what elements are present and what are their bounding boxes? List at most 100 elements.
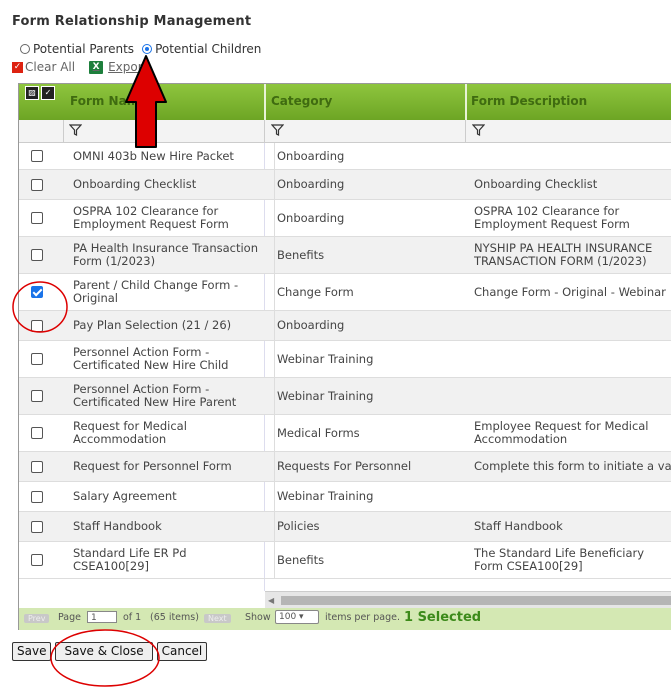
scroll-left-icon[interactable]: ◀ (268, 596, 274, 605)
forms-grid: ▨ ✓ Form Name Category Form Description … (18, 83, 671, 630)
radio-potential-parents[interactable]: Potential Parents (20, 42, 134, 56)
table-row[interactable]: Personnel Action Form - Certificated New… (19, 378, 671, 415)
category-cell: Requests For Personnel (274, 452, 467, 481)
form-name-cell: Onboarding Checklist (73, 177, 197, 191)
filter-cell-category (264, 120, 466, 142)
page-label: Page (58, 612, 81, 623)
filter-icon[interactable] (271, 124, 284, 136)
table-row[interactable]: Pay Plan Selection (21 / 26) Onboarding (19, 311, 671, 341)
row-checkbox[interactable] (31, 390, 43, 402)
radio-button[interactable] (20, 44, 30, 54)
table-row[interactable]: Staff Handbook Policies Staff Handbook (19, 512, 671, 542)
table-row[interactable]: Request for Medical Accommodation Medical… (19, 415, 671, 452)
filter-icon[interactable] (472, 124, 485, 136)
category-cell: Medical Forms (274, 415, 467, 451)
column-divider (465, 84, 467, 120)
table-row[interactable]: Request for Personnel Form Requests For P… (19, 452, 671, 482)
category-cell: Onboarding (274, 143, 467, 169)
clear-all-link[interactable]: ✓ Clear All (12, 60, 75, 74)
page-count: of 1 (123, 612, 142, 623)
radio-potential-children[interactable]: Potential Children (142, 42, 261, 56)
description-cell (474, 143, 671, 169)
row-checkbox[interactable] (31, 286, 43, 298)
next-button[interactable]: Next (204, 614, 231, 623)
table-row[interactable]: Salary Agreement Webinar Training (19, 482, 671, 512)
row-checkbox[interactable] (31, 212, 43, 224)
form-name-cell: Salary Agreement (73, 489, 177, 503)
table-row[interactable]: OSPRA 102 Clearance for Employment Reque… (19, 200, 671, 237)
description-cell: OSPRA 102 Clearance for Employment Reque… (474, 204, 630, 231)
category-cell: Change Form (274, 274, 467, 310)
row-checkbox[interactable] (31, 178, 43, 191)
save-close-button[interactable]: Save & Close (55, 642, 153, 661)
row-checkbox[interactable] (31, 249, 43, 261)
description-cell: The Standard Life Beneficiary Form CSEA1… (474, 546, 645, 573)
row-checkbox[interactable] (31, 490, 43, 503)
horizontal-scrollbar[interactable]: ◀ (265, 591, 671, 609)
filter-cell-description (465, 120, 671, 142)
select-none-icon[interactable]: ▨ (25, 86, 39, 100)
per-page-select[interactable]: 100 ▾ (275, 610, 319, 624)
description-cell: Employee Request for Medical Accommodati… (474, 419, 649, 446)
row-checkbox[interactable] (31, 353, 43, 365)
row-checkbox-cell (31, 415, 43, 451)
radio-label: Potential Children (155, 42, 262, 56)
row-checkbox[interactable] (31, 150, 43, 162)
description-cell: Complete this form to initiate a vacancy (474, 459, 671, 473)
description-cell (474, 482, 671, 511)
row-checkbox[interactable] (31, 460, 43, 473)
filter-cell-name (63, 120, 265, 142)
filter-icon[interactable] (69, 124, 82, 136)
category-cell: Onboarding (274, 170, 467, 199)
grid-body[interactable]: OMNI 403b New Hire Packet Onboarding Onboa… (19, 143, 671, 591)
row-checkbox[interactable] (31, 427, 43, 439)
page-number-input[interactable]: 1 (87, 611, 117, 623)
table-row[interactable]: OMNI 403b New Hire Packet Onboarding (19, 143, 671, 170)
column-header-form-description[interactable]: Form Description (471, 84, 587, 120)
row-checkbox-cell (31, 143, 43, 169)
export-link[interactable]: X Export (89, 60, 147, 74)
description-cell (474, 341, 671, 377)
form-name-cell: Pay Plan Selection (21 / 26) (73, 318, 232, 332)
description-cell (474, 311, 671, 340)
row-checkbox[interactable] (31, 319, 43, 332)
row-checkbox[interactable] (31, 554, 43, 566)
relationship-type-radios: Potential Parents Potential Children (20, 42, 269, 56)
row-checkbox[interactable] (31, 520, 43, 533)
category-cell: Webinar Training (274, 482, 467, 511)
grid-header: ▨ ✓ Form Name Category Form Description (19, 84, 671, 120)
excel-icon: X (89, 60, 104, 74)
category-cell: Onboarding (274, 311, 467, 340)
column-header-category[interactable]: Category (271, 84, 332, 120)
radio-button[interactable] (142, 44, 153, 54)
export-label: Export (108, 60, 148, 74)
category-cell: Onboarding (274, 200, 467, 236)
check-icon: ✓ (12, 61, 23, 73)
category-cell: Policies (274, 512, 467, 541)
table-row[interactable]: Standard Life ER Pd CSEA100[29] Benefits T… (19, 542, 671, 579)
description-cell (474, 378, 671, 414)
row-checkbox-cell (31, 482, 43, 511)
form-name-cell: Personnel Action Form - Certificated New… (73, 382, 237, 409)
form-name-cell: OMNI 403b New Hire Packet (73, 148, 234, 163)
select-all-controls: ▨ ✓ (25, 86, 57, 100)
table-row[interactable]: PA Health Insurance Transaction Form (1/… (19, 237, 671, 274)
table-row[interactable]: Parent / Child Change Form - Original Cha… (19, 274, 671, 311)
table-row[interactable]: Onboarding Checklist Onboarding Onboarding… (19, 170, 671, 200)
row-checkbox-cell (31, 452, 43, 481)
description-cell: Onboarding Checklist (474, 177, 598, 191)
row-checkbox-cell (31, 341, 43, 377)
select-all-icon[interactable]: ✓ (41, 86, 55, 100)
column-header-form-name[interactable]: Form Name (70, 84, 147, 120)
action-buttons: Save Save & Close Cancel (12, 642, 211, 661)
form-name-cell: Parent / Child Change Form - Original (73, 278, 239, 305)
prev-button[interactable]: Prev (24, 614, 50, 623)
radio-label: Potential Parents (33, 42, 135, 56)
row-checkbox-cell (31, 274, 43, 310)
column-divider (264, 84, 266, 120)
scrollbar-thumb[interactable] (281, 596, 671, 605)
pager: Prev Page 1 of 1 (65 items) Next Show 10… (19, 608, 671, 630)
save-button[interactable]: Save (12, 642, 52, 661)
table-row[interactable]: Personnel Action Form - Certificated New… (19, 341, 671, 378)
cancel-button[interactable]: Cancel (156, 642, 208, 661)
